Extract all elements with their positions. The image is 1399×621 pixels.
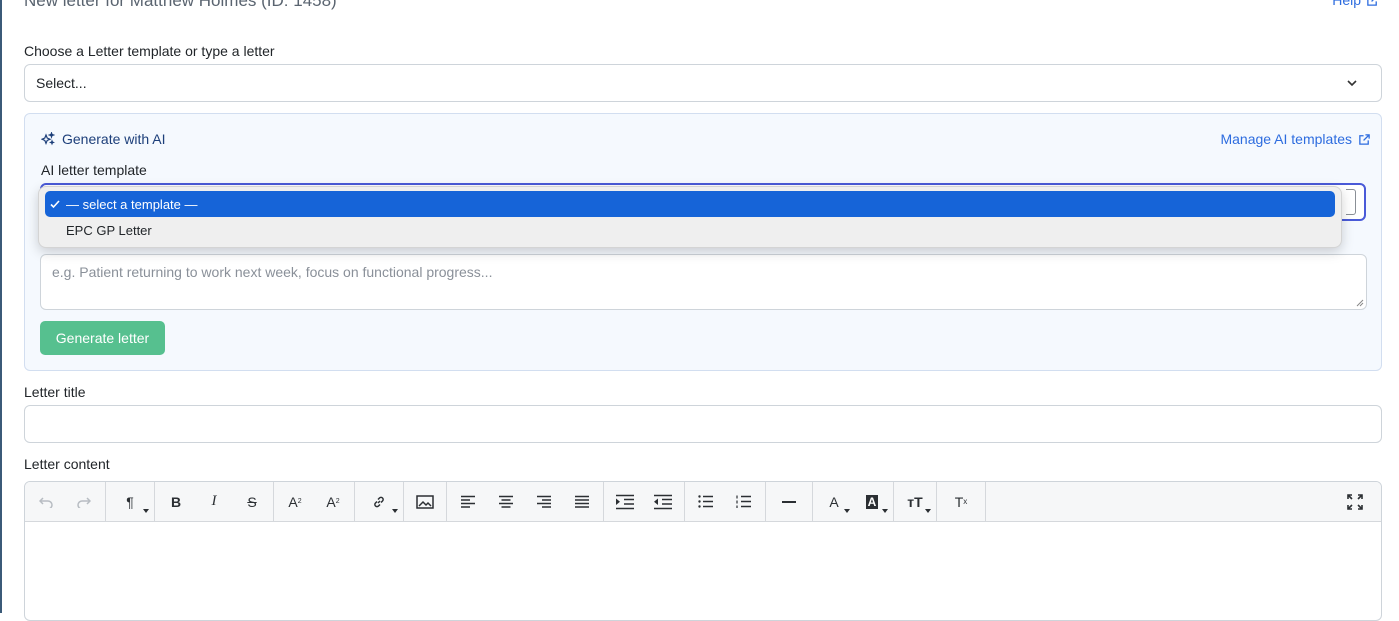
help-label: Help <box>1332 0 1361 8</box>
align-justify-icon[interactable] <box>563 482 601 522</box>
dropdown-option-epc-gp-letter[interactable]: EPC GP Letter <box>45 217 1335 243</box>
image-icon[interactable] <box>406 482 444 522</box>
resize-grip-icon[interactable] <box>1355 298 1364 307</box>
manage-ai-templates-label: Manage AI templates <box>1220 131 1352 147</box>
redo-icon[interactable] <box>65 482 103 522</box>
font-color-icon[interactable]: A <box>815 482 853 522</box>
bold-icon[interactable]: B <box>157 482 195 522</box>
toolbar-group-lists <box>685 482 766 521</box>
numbered-list-icon[interactable] <box>725 482 763 522</box>
bullet-list-icon[interactable] <box>687 482 725 522</box>
highlight-color-icon[interactable]: A <box>853 482 891 522</box>
indent-icon[interactable] <box>606 482 644 522</box>
letter-template-select-value: Select... <box>36 75 87 91</box>
link-icon[interactable] <box>357 482 401 522</box>
superscript-icon[interactable]: A2 <box>276 482 314 522</box>
additional-context-textarea[interactable]: e.g. Patient returning to work next week… <box>40 254 1367 310</box>
ai-template-dropdown-menu: — select a template — EPC GP Letter <box>38 186 1342 248</box>
toolbar-group-text-style: B I S <box>155 482 274 521</box>
subscript-icon[interactable]: A2 <box>314 482 352 522</box>
letter-title-label: Letter title <box>24 384 86 400</box>
align-center-icon[interactable] <box>487 482 525 522</box>
italic-icon[interactable]: I <box>195 482 233 522</box>
horizontal-rule-icon[interactable] <box>768 482 810 522</box>
toolbar-group-indent <box>604 482 685 521</box>
letter-template-select[interactable]: Select... <box>24 64 1382 102</box>
toolbar-group-colors: A A <box>813 482 894 521</box>
toolbar-group-link <box>355 482 404 521</box>
dropdown-option-label: — select a template — <box>66 196 198 212</box>
sparkles-icon <box>41 132 55 146</box>
toolbar-group-align <box>447 482 604 521</box>
generate-letter-button[interactable]: Generate letter <box>40 321 165 355</box>
ai-panel-header: Generate with AI <box>41 131 166 147</box>
align-right-icon[interactable] <box>525 482 563 522</box>
toolbar-group-font-size: тT <box>894 482 937 521</box>
toolbar-group-script: A2 A2 <box>274 482 355 521</box>
external-link-icon <box>1358 133 1371 146</box>
paragraph-icon[interactable]: ¶ <box>108 482 152 522</box>
toolbar-group-clear: Tx <box>937 482 986 521</box>
checkmark-icon <box>49 198 66 210</box>
left-edge-border <box>0 0 2 613</box>
ai-template-label: AI letter template <box>41 162 147 178</box>
editor-toolbar: ¶ B I S A2 A2 A A тT T x <box>25 482 1381 522</box>
help-link[interactable]: Help <box>1332 0 1379 8</box>
clear-formatting-icon[interactable]: Tx <box>939 482 983 522</box>
fullscreen-icon[interactable] <box>1347 482 1363 522</box>
strikethrough-icon[interactable]: S <box>233 482 271 522</box>
select-stepper-edge <box>1346 189 1356 215</box>
template-chooser-label: Choose a Letter template or type a lette… <box>24 43 275 59</box>
toolbar-group-history <box>25 482 106 521</box>
align-left-icon[interactable] <box>449 482 487 522</box>
textarea-placeholder: e.g. Patient returning to work next week… <box>52 264 493 280</box>
toolbar-group-hr <box>766 482 813 521</box>
outdent-icon[interactable] <box>644 482 682 522</box>
editor-content-area[interactable] <box>25 522 1381 620</box>
toolbar-group-image <box>404 482 447 521</box>
dropdown-option-select-template[interactable]: — select a template — <box>45 191 1335 217</box>
toolbar-group-paragraph: ¶ <box>106 482 155 521</box>
letter-content-label: Letter content <box>24 456 110 472</box>
page-title: New letter for Matthew Holmes (ID: 1458) <box>24 0 337 10</box>
chevron-down-icon <box>1345 76 1359 90</box>
undo-icon[interactable] <box>27 482 65 522</box>
letter-content-editor: ¶ B I S A2 A2 A A тT T x <box>24 481 1382 621</box>
ai-panel-header-label: Generate with AI <box>62 131 166 147</box>
font-size-icon[interactable]: тT <box>896 482 934 522</box>
dropdown-option-label: EPC GP Letter <box>66 222 152 238</box>
manage-ai-templates-link[interactable]: Manage AI templates <box>1220 131 1371 147</box>
letter-title-input[interactable] <box>24 405 1382 443</box>
external-link-icon <box>1366 0 1379 7</box>
